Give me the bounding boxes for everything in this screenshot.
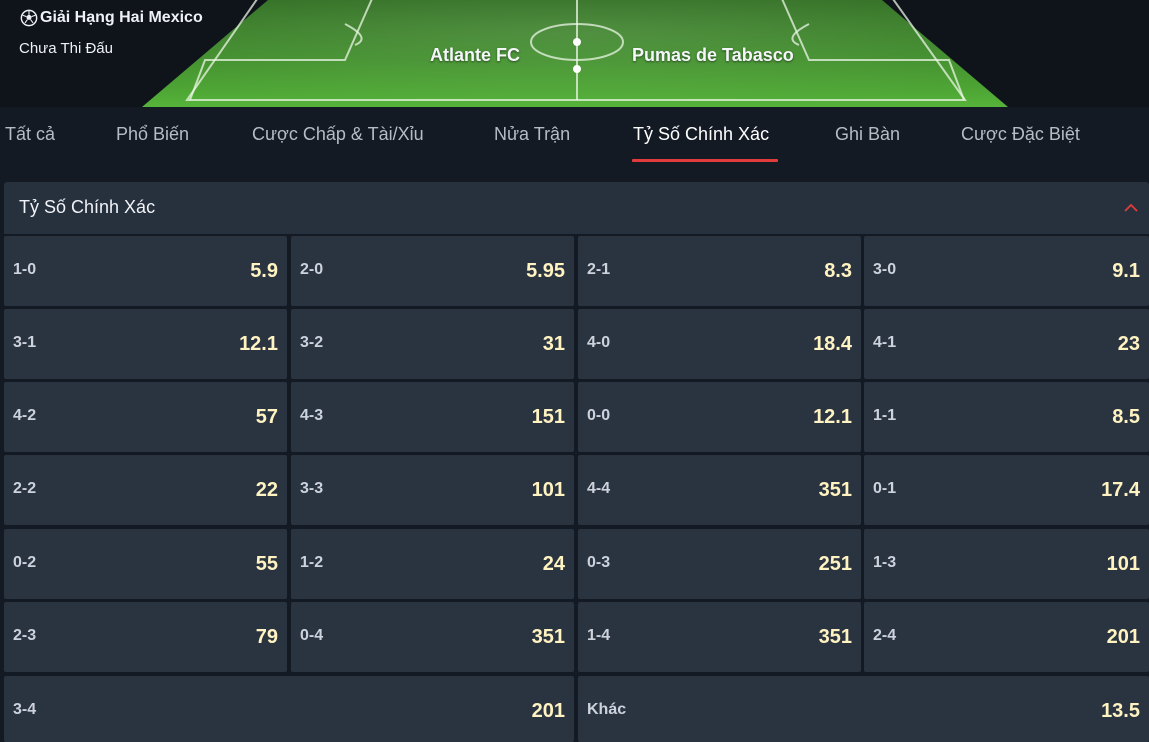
score-label: 0-1 (873, 480, 897, 497)
score-label: Khác (587, 701, 627, 718)
odds-cell[interactable]: 4-3 151 (291, 382, 574, 452)
odds-cell[interactable]: 3-1 12.1 (4, 309, 287, 379)
odds-value: 101 (531, 479, 565, 501)
odds-cell[interactable]: 3-4 201 (4, 676, 574, 742)
score-label: 4-1 (873, 334, 897, 351)
soccer-ball-icon (20, 9, 38, 27)
odds-cell[interactable]: 1-1 8.5 (864, 382, 1149, 452)
odds-value: 22 (255, 479, 278, 501)
odds-value: 9.1 (1112, 260, 1140, 282)
odds-cell[interactable]: 4-4 351 (578, 455, 861, 525)
score-label: 1-0 (13, 261, 37, 278)
score-label: 4-3 (300, 407, 324, 424)
odds-value: 17.4 (1101, 479, 1140, 501)
odds-cell[interactable]: 2-0 5.95 (291, 236, 574, 306)
score-label: 3-0 (873, 261, 897, 278)
odds-cell[interactable]: 0-0 12.1 (578, 382, 861, 452)
score-label: 0-0 (587, 407, 611, 424)
odds-cell[interactable]: 0-2 55 (4, 529, 287, 599)
odds-cell[interactable]: 1-2 24 (291, 529, 574, 599)
score-label: 0-4 (300, 627, 324, 644)
correct-score-section: Tỷ Số Chính Xác 1-0 5.9 2-0 5.95 2-1 8.3 3-0 9.… (4, 182, 1149, 742)
league-label: Giải Hạng Hai Mexico (40, 9, 203, 26)
tab-popular[interactable]: Phổ Biến (116, 124, 189, 145)
odds-value: 55 (255, 553, 278, 575)
odds-cell[interactable]: 1-3 101 (864, 529, 1149, 599)
odds-cell[interactable]: 1-0 5.9 (4, 236, 287, 306)
score-label: 3-3 (300, 480, 324, 497)
odds-value: 13.5 (1101, 700, 1140, 722)
odds-cell[interactable]: 2-2 22 (4, 455, 287, 525)
odds-cell[interactable]: 3-3 101 (291, 455, 574, 525)
score-label: 3-2 (300, 334, 324, 351)
score-label: 4-0 (587, 334, 611, 351)
market-tabs: Tất cả Phổ Biến Cược Chấp & Tài/Xỉu Nửa … (0, 107, 1149, 169)
odds-cell[interactable]: 4-1 23 (864, 309, 1149, 379)
odds-value: 57 (255, 406, 278, 428)
odds-value: 24 (542, 553, 565, 575)
league-name: Giải Hạng Hai Mexico (20, 9, 203, 27)
odds-cell[interactable]: 0-3 251 (578, 529, 861, 599)
score-label: 0-2 (13, 554, 37, 571)
odds-value: 351 (818, 479, 852, 501)
score-label: 1-1 (873, 407, 897, 424)
score-label: 4-2 (13, 407, 37, 424)
match-status: Chưa Thi Đấu (19, 40, 113, 57)
odds-value: 201 (1106, 626, 1140, 648)
score-label: 0-3 (587, 554, 611, 571)
score-label: 2-0 (300, 261, 324, 278)
odds-value: 8.5 (1112, 406, 1140, 428)
score-label: 3-1 (13, 334, 37, 351)
odds-cell[interactable]: 0-1 17.4 (864, 455, 1149, 525)
match-header: Giải Hạng Hai Mexico Chưa Thi Đấu Atlant… (0, 0, 1149, 107)
odds-cell[interactable]: 3-0 9.1 (864, 236, 1149, 306)
odds-value: 5.9 (250, 260, 278, 282)
odds-cell[interactable]: Khác 13.5 (578, 676, 1149, 742)
score-label: 1-4 (587, 627, 611, 644)
tab-half-time[interactable]: Nửa Trận (494, 124, 570, 145)
tab-goal-scorer[interactable]: Ghi Bàn (835, 124, 900, 145)
odds-value: 351 (818, 626, 852, 648)
active-tab-indicator (632, 159, 778, 162)
score-label: 2-4 (873, 627, 897, 644)
section-title: Tỷ Số Chính Xác (19, 197, 156, 217)
odds-cell[interactable]: 4-0 18.4 (578, 309, 861, 379)
odds-value: 201 (531, 700, 565, 722)
odds-value: 5.95 (526, 260, 565, 282)
odds-cell[interactable]: 0-4 351 (291, 602, 574, 672)
odds-value: 23 (1117, 333, 1140, 355)
score-label: 4-4 (587, 480, 611, 497)
score-label: 3-4 (13, 701, 37, 718)
tab-handicap-over-under[interactable]: Cược Chấp & Tài/Xỉu (252, 124, 424, 145)
tab-special-bets[interactable]: Cược Đặc Biệt (961, 124, 1080, 145)
odds-value: 251 (818, 553, 852, 575)
odds-cell[interactable]: 4-2 57 (4, 382, 287, 452)
score-label: 1-3 (873, 554, 897, 571)
tab-all[interactable]: Tất cả (5, 124, 55, 145)
score-label: 2-2 (13, 480, 37, 497)
odds-value: 8.3 (824, 260, 852, 282)
odds-value: 12.1 (239, 333, 278, 355)
odds-value: 351 (531, 626, 565, 648)
chevron-up-icon[interactable] (1123, 200, 1139, 216)
odds-cell[interactable]: 2-3 79 (4, 602, 287, 672)
odds-value: 18.4 (813, 333, 852, 355)
score-label: 2-3 (13, 627, 37, 644)
odds-cell[interactable]: 2-4 201 (864, 602, 1149, 672)
odds-cell[interactable]: 1-4 351 (578, 602, 861, 672)
score-label: 1-2 (300, 554, 324, 571)
odds-cell[interactable]: 2-1 8.3 (578, 236, 861, 306)
odds-value: 31 (542, 333, 565, 355)
section-header[interactable]: Tỷ Số Chính Xác (4, 182, 1149, 234)
odds-value: 151 (531, 406, 565, 428)
odds-value: 101 (1106, 553, 1140, 575)
odds-value: 12.1 (813, 406, 852, 428)
tab-correct-score[interactable]: Tỷ Số Chính Xác (633, 124, 769, 145)
home-team-name: Atlante FC (430, 45, 520, 65)
odds-value: 79 (255, 626, 278, 648)
odds-cell[interactable]: 3-2 31 (291, 309, 574, 379)
score-label: 2-1 (587, 261, 611, 278)
away-team-name: Pumas de Tabasco (632, 45, 794, 65)
